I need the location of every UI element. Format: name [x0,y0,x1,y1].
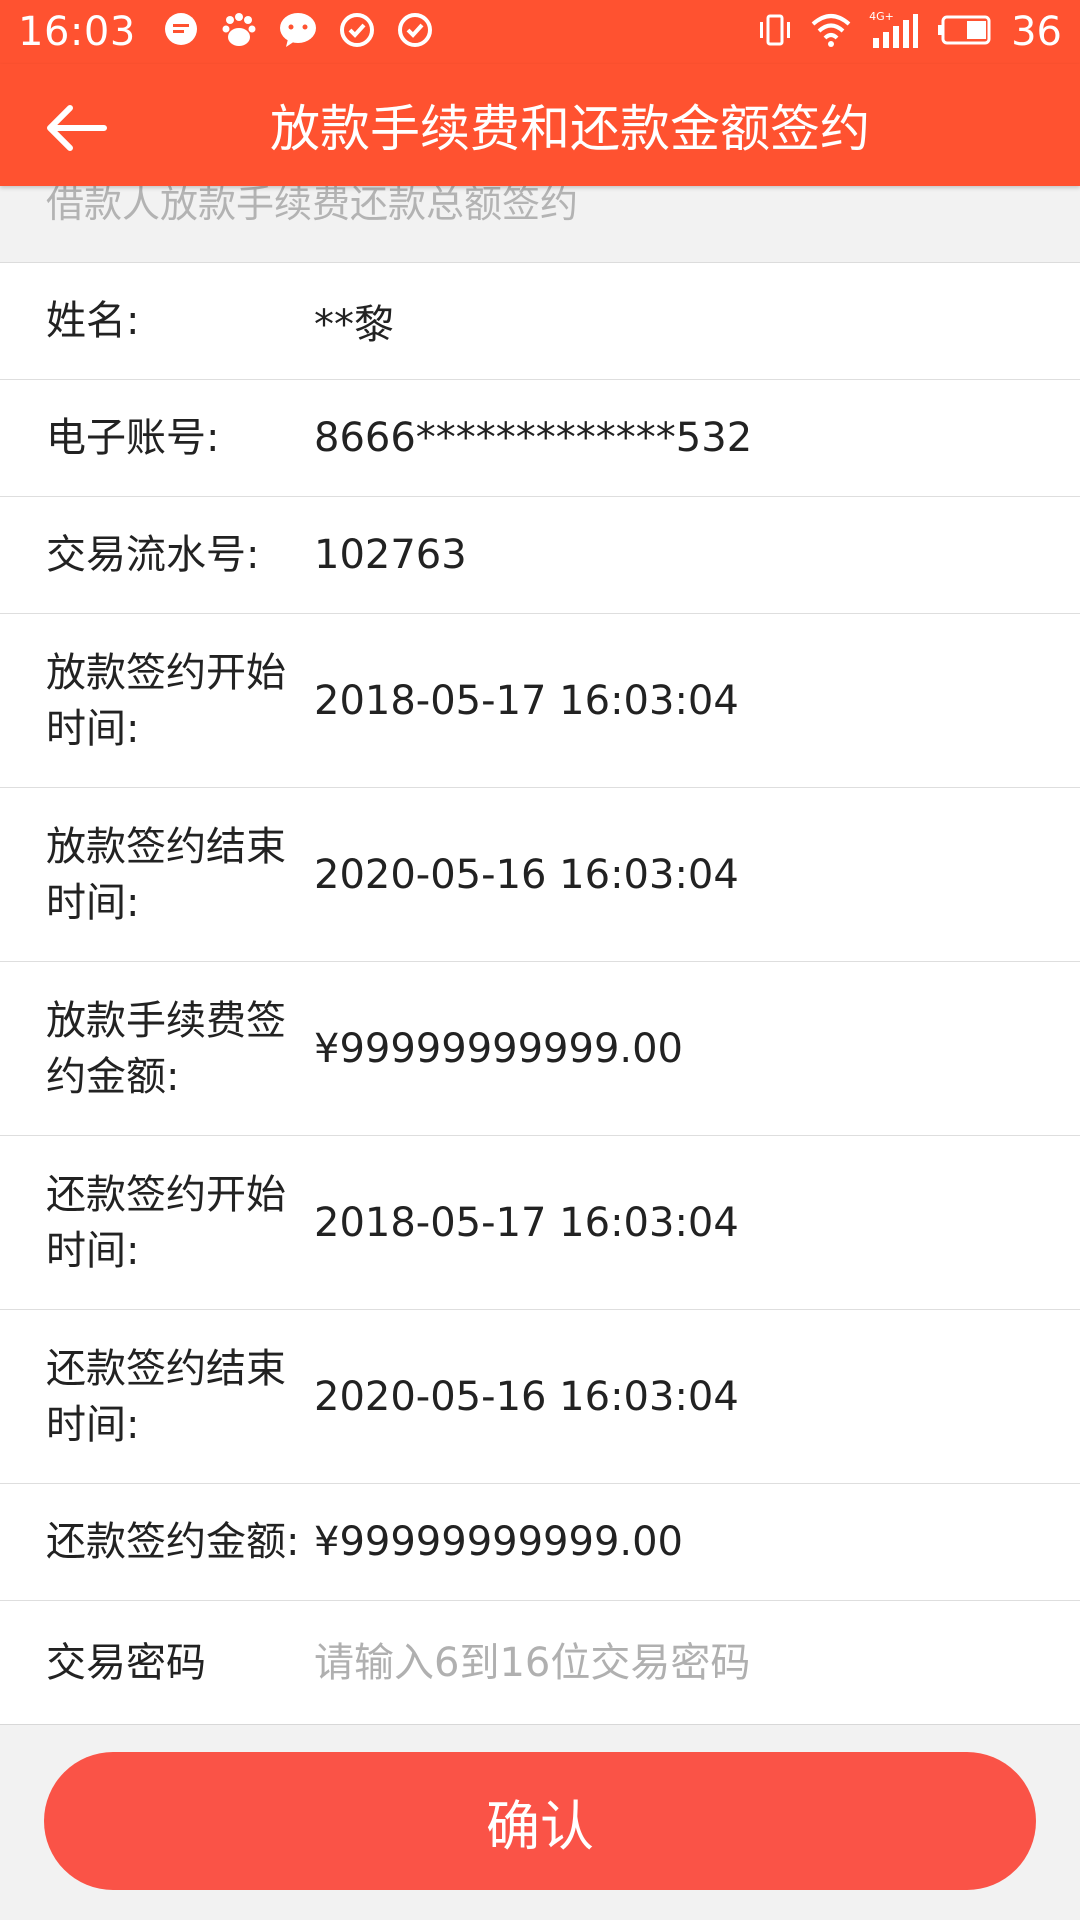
loan-end-label: 放款签约结束时间: [46,823,286,926]
repay-end-label: 还款签约结束时间: [46,1345,286,1448]
chat-bubble-icon [162,11,200,53]
loan-start-value: 2018-05-17 16:03:04 [314,677,739,724]
repay-amount-row: 还款签约金额: ¥99999999999.00 [0,1484,1080,1601]
fee-amount-row: 放款手续费签约金额: ¥99999999999.00 [0,962,1080,1136]
password-input[interactable] [314,1639,1080,1686]
check-circle-icon [338,11,376,53]
name-value: **黎 [314,302,394,348]
section-header: 借款人放款手续费还款总额签约 [0,186,1080,262]
content[interactable]: 借款人放款手续费还款总额签约 姓名: **黎 电子账号: 8666*******… [0,186,1080,1725]
name-label: 姓名: [46,298,140,344]
loan-start-label: 放款签约开始时间: [46,649,286,752]
vibrate-icon [757,12,793,52]
account-row: 电子账号: 8666*************532 [0,380,1080,497]
status-time: 16:03 [18,9,136,55]
repay-start-label: 还款签约开始时间: [46,1171,286,1274]
loan-start-row: 放款签约开始时间: 2018-05-17 16:03:04 [0,614,1080,788]
repay-end-row: 还款签约结束时间: 2020-05-16 16:03:04 [0,1310,1080,1484]
serial-row: 交易流水号: 102763 [0,497,1080,614]
serial-label: 交易流水号: [46,532,260,578]
repay-start-value: 2018-05-17 16:03:04 [314,1199,739,1246]
account-value: 8666*************532 [314,415,753,461]
password-row: 交易密码 [0,1601,1080,1725]
repay-amount-label: 还款签约金额: [46,1519,300,1565]
battery-icon [937,13,993,51]
loan-end-row: 放款签约结束时间: 2020-05-16 16:03:04 [0,788,1080,962]
signal-icon: 4G+ [869,10,919,52]
repay-start-row: 还款签约开始时间: 2018-05-17 16:03:04 [0,1136,1080,1310]
fee-amount-value: ¥99999999999.00 [314,1025,684,1072]
baidu-paw-icon [220,11,258,53]
serial-value: 102763 [314,532,467,578]
form-list: 姓名: **黎 电子账号: 8666*************532 交易流水号… [0,262,1080,1725]
repay-amount-value: ¥99999999999.00 [314,1519,684,1565]
page-title: 放款手续费和还款金额签约 [270,100,870,158]
loan-end-value: 2020-05-16 16:03:04 [314,851,739,898]
name-row: 姓名: **黎 [0,263,1080,380]
app-bar: 放款手续费和还款金额签约 [0,64,1080,186]
status-right: 4G+ 36 [757,9,1062,55]
confirm-button[interactable]: 确认 [44,1752,1036,1890]
battery-level: 36 [1011,9,1062,55]
account-label: 电子账号: [46,415,220,461]
password-label: 交易密码 [46,1639,206,1686]
wechat-icon [278,11,318,53]
fee-amount-label: 放款手续费签约金额: [46,997,286,1100]
repay-end-value: 2020-05-16 16:03:04 [314,1373,739,1420]
notification-icons [162,11,434,53]
status-bar: 16:03 4G+ 36 [0,0,1080,64]
wifi-icon [811,12,851,52]
check-circle-icon [396,11,434,53]
